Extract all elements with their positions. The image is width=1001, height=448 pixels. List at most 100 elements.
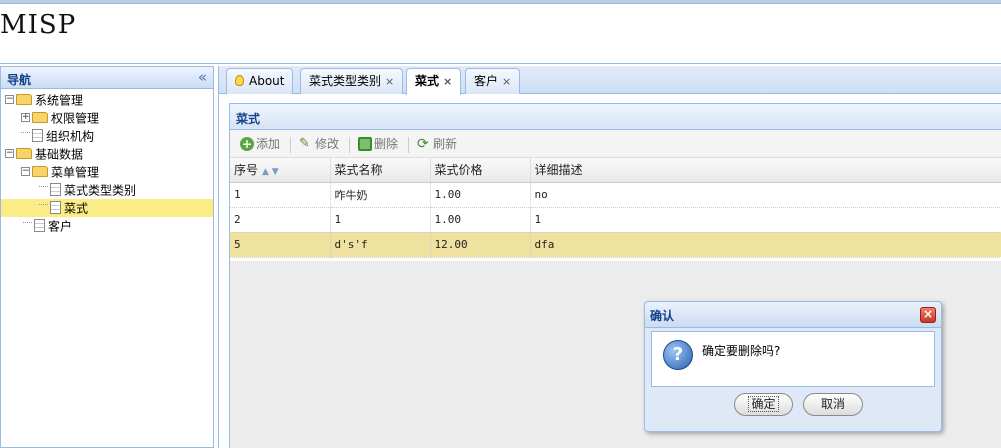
- tree-node-basedata[interactable]: − 基础数据: [1, 145, 213, 163]
- close-icon[interactable]: ×: [385, 75, 394, 88]
- delete-icon: [358, 136, 373, 151]
- tree-node-label: 菜单管理: [51, 165, 100, 180]
- tree-node-label: 权限管理: [51, 111, 100, 126]
- table-cell: 咋牛奶: [330, 182, 431, 208]
- tree-node-label: 系统管理: [35, 93, 84, 108]
- delete-button-label: 删除: [374, 137, 399, 151]
- collapse-toggle-icon[interactable]: −: [5, 149, 14, 158]
- column-header-id[interactable]: 序号 ▲ ▼: [230, 158, 331, 183]
- tree-node-menu[interactable]: − 菜单管理: [1, 163, 213, 181]
- close-icon[interactable]: ×: [502, 75, 511, 88]
- table-cell: d's'f: [330, 232, 431, 258]
- tree-node-label: 组织机构: [46, 129, 95, 144]
- column-header-price[interactable]: 菜式价格: [430, 158, 531, 183]
- file-icon: [32, 129, 43, 142]
- edit-button-label: 修改: [315, 137, 340, 151]
- collapse-toggle-icon[interactable]: −: [5, 95, 14, 104]
- tree-node-dish-category[interactable]: 菜式类型类别: [1, 181, 213, 199]
- tree-node-organization[interactable]: 组织机构: [1, 127, 213, 145]
- tree-node-dish[interactable]: 菜式: [1, 199, 213, 217]
- toolbar-separator: [408, 136, 410, 153]
- pencil-icon: ✎: [299, 135, 310, 151]
- tab-dish-category[interactable]: 菜式类型类别 ×: [300, 68, 404, 94]
- dialog-message: 确定要删除吗?: [702, 344, 781, 358]
- toolbar-separator: [290, 136, 292, 153]
- close-icon[interactable]: ×: [920, 307, 936, 323]
- edit-button[interactable]: ✎ 修改: [295, 134, 343, 154]
- dialog-body: ? 确定要删除吗?: [651, 331, 935, 387]
- table-cell: 12.00: [430, 232, 531, 258]
- confirm-dialog: 确认 × ? 确定要删除吗? 确定 取消: [644, 301, 942, 432]
- tree-line: [21, 132, 30, 133]
- table-row[interactable]: 1 咋牛奶 1.00 no: [230, 182, 1001, 208]
- column-header-label: 菜式名称: [334, 163, 383, 178]
- toolbar-separator: [349, 136, 351, 153]
- tab-label: 菜式: [415, 74, 440, 88]
- file-icon: [34, 219, 45, 232]
- table-header-row: 序号 ▲ ▼ 菜式名称 菜式价格 详细描述: [230, 158, 1001, 183]
- tab-strip: About 菜式类型类别 × 菜式 × 客户 ×: [219, 66, 1001, 95]
- lightbulb-icon: [235, 75, 244, 86]
- column-header-label: 详细描述: [534, 163, 583, 178]
- tab-customer[interactable]: 客户 ×: [465, 68, 521, 94]
- tab-about[interactable]: About: [226, 68, 294, 94]
- table-cell: dfa: [530, 232, 1001, 258]
- cancel-button[interactable]: 取消: [803, 393, 863, 416]
- tree-node-label: 基础数据: [35, 147, 84, 162]
- sort-arrows-icon[interactable]: ▲ ▼: [262, 167, 279, 177]
- tree-line: [39, 186, 48, 187]
- collapse-icon[interactable]: «: [198, 68, 207, 86]
- collapse-toggle-icon[interactable]: −: [21, 167, 30, 176]
- tree-node-label: 菜式: [64, 201, 89, 216]
- folder-open-icon: [32, 166, 48, 177]
- dialog-title: 确认: [650, 309, 675, 323]
- ok-button[interactable]: 确定: [734, 393, 793, 416]
- tree-node-system[interactable]: − 系统管理: [1, 91, 213, 109]
- table-cell: no: [530, 182, 1001, 208]
- table-cell: 1: [230, 182, 331, 208]
- refresh-button[interactable]: ⟳ 刷新: [413, 134, 461, 154]
- tree-line: [39, 204, 48, 205]
- close-icon[interactable]: ×: [443, 75, 452, 88]
- grid-toolbar: + 添加 ✎ 修改 删除 ⟳ 刷新: [230, 130, 1001, 158]
- file-icon: [50, 201, 61, 214]
- tab-label: 菜式类型类别: [309, 74, 382, 88]
- tree-node-label: 客户: [48, 219, 73, 234]
- table-cell: 1.00: [430, 182, 531, 208]
- tree-node-permission[interactable]: + 权限管理: [1, 109, 213, 127]
- nav-panel-header: 导航 «: [1, 67, 213, 89]
- tree-node-label: 菜式类型类别: [64, 183, 137, 198]
- refresh-icon: ⟳: [417, 135, 429, 152]
- question-icon: ?: [663, 340, 693, 370]
- column-header-label: 序号: [234, 163, 259, 178]
- delete-button[interactable]: 删除: [354, 134, 402, 154]
- folder-open-icon: [16, 94, 32, 105]
- add-button-label: 添加: [256, 137, 281, 151]
- nav-tree: − 系统管理 + 权限管理 组织机构 − 基础数据 − 菜单管理 菜式类型类别 菜式 客…: [1, 89, 213, 235]
- app-header: MISP: [0, 4, 1001, 64]
- refresh-button-label: 刷新: [433, 137, 458, 151]
- column-header-name[interactable]: 菜式名称: [330, 158, 431, 183]
- tab-dish[interactable]: 菜式 ×: [406, 68, 462, 95]
- table-cell: 1.00: [430, 207, 531, 233]
- expand-toggle-icon[interactable]: +: [21, 113, 30, 122]
- file-icon: [50, 183, 61, 196]
- app-title: MISP: [0, 10, 77, 40]
- column-header-description[interactable]: 详细描述: [530, 158, 1001, 183]
- table-cell: 1: [530, 207, 1001, 233]
- add-button[interactable]: + 添加: [236, 134, 284, 154]
- grid-title: 菜式: [230, 104, 1001, 130]
- tree-node-customer[interactable]: 客户: [1, 217, 213, 235]
- table-row-selected[interactable]: 5 d's'f 12.00 dfa: [230, 232, 1001, 258]
- column-header-label: 菜式价格: [434, 163, 483, 178]
- dialog-header[interactable]: 确认 ×: [645, 302, 941, 328]
- folder-open-icon: [16, 148, 32, 159]
- table-cell: 1: [330, 207, 431, 233]
- tab-label: About: [249, 74, 285, 88]
- ok-button-label: 确定: [748, 396, 779, 412]
- nav-panel-title: 导航: [7, 73, 32, 87]
- folder-icon: [32, 112, 48, 123]
- tab-label: 客户: [474, 74, 499, 88]
- table-row[interactable]: 2 1 1.00 1: [230, 207, 1001, 233]
- tree-line: [23, 222, 32, 223]
